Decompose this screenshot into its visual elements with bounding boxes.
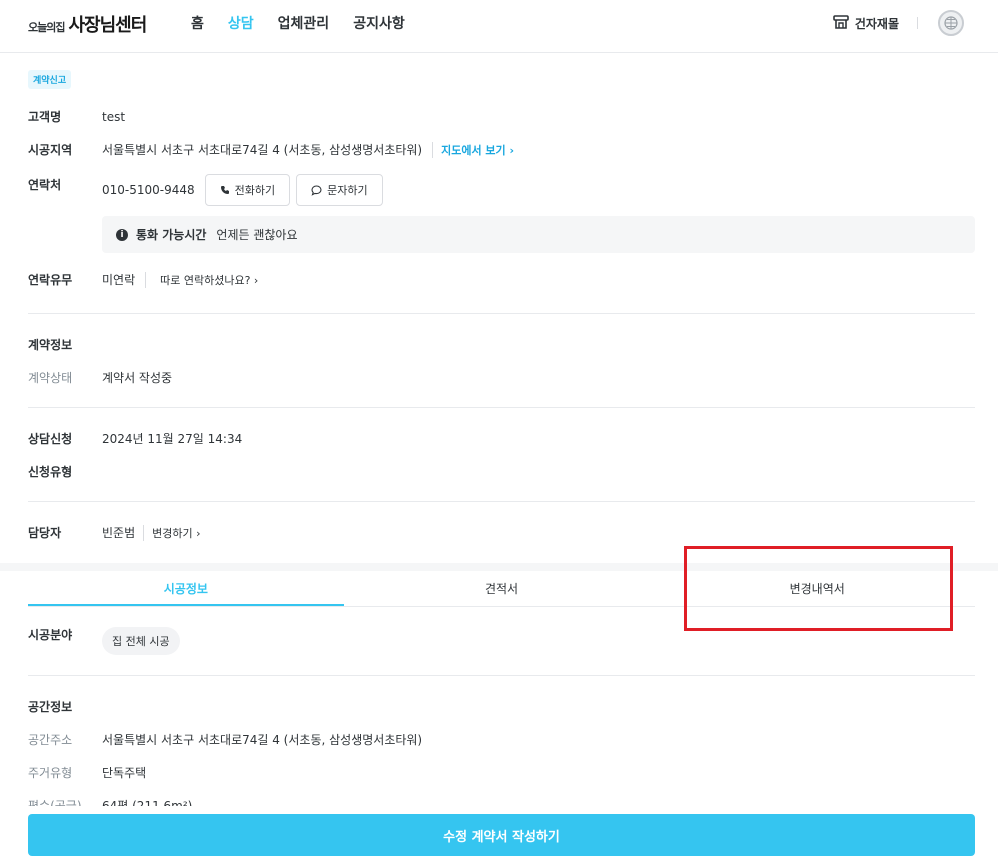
divider xyxy=(28,407,975,408)
material-mall-button[interactable]: 건자재몰 xyxy=(833,14,917,32)
header-divider xyxy=(917,17,918,29)
divider xyxy=(28,675,975,676)
construction-field-chip: 집 전체 시공 xyxy=(102,627,180,655)
nav-home[interactable]: 홈 xyxy=(191,13,204,33)
call-time-notice: i 통화 가능시간 언제든 괜찮아요 xyxy=(102,216,975,253)
avatar[interactable] xyxy=(938,10,964,36)
nav-company[interactable]: 업체관리 xyxy=(278,13,330,33)
housing-type-row: 주거유형 단독주택 xyxy=(28,764,146,781)
logo[interactable]: 오늘의집 사장님센터 xyxy=(28,11,147,37)
phone-icon xyxy=(220,186,229,194)
call-button-label: 전화하기 xyxy=(234,185,276,197)
contract-report-badge: 계약신고 xyxy=(28,70,72,89)
contacted-label: 연락유무 xyxy=(28,273,73,287)
contract-status: 계약서 작성중 xyxy=(102,371,173,385)
sms-button[interactable]: 문자하기 xyxy=(296,174,383,206)
request-type-row: 신청유형 xyxy=(28,463,102,480)
housing-type-label: 주거유형 xyxy=(28,766,73,780)
call-time-value: 언제든 괜찮아요 xyxy=(216,228,298,242)
view-map-link[interactable]: 지도에서 보기 › xyxy=(432,141,514,158)
nav-notice[interactable]: 공지사항 xyxy=(353,13,405,33)
nav-consult[interactable]: 상담 xyxy=(228,13,254,33)
contract-status-label: 계약상태 xyxy=(28,371,73,385)
space-address-label: 공간주소 xyxy=(28,733,73,747)
contacted-status: 미연락 xyxy=(102,273,136,287)
request-type-label: 신청유형 xyxy=(28,465,73,479)
contract-info-title: 계약정보 xyxy=(28,338,73,352)
contract-status-row: 계약상태 계약서 작성중 xyxy=(28,369,172,386)
space-info-title: 공간정보 xyxy=(28,700,73,714)
header-right: 건자재몰 xyxy=(833,10,964,36)
construction-field-label: 시공분야 xyxy=(28,628,73,642)
customer-name-row: 고객명 test xyxy=(28,108,125,125)
manager-name: 빈준범 xyxy=(102,526,136,540)
manager-label: 담당자 xyxy=(28,526,62,540)
area-row: 시공지역 서울특별시 서초구 서초대로74길 4 (서초동, 삼성생명서초타워)… xyxy=(28,141,514,158)
contacted-link[interactable]: 따로 연락하셨나요? › xyxy=(145,271,258,288)
write-revised-contract-button[interactable]: 수정 계약서 작성하기 xyxy=(28,814,975,856)
tab-construction-info[interactable]: 시공정보 xyxy=(28,571,344,606)
change-manager-link[interactable]: 변경하기 › xyxy=(143,524,201,541)
consult-request-row: 상담신청 2024년 11월 27일 14:34 xyxy=(28,430,242,447)
construction-field-row: 시공분야 집 전체 시공 xyxy=(28,627,180,655)
area-label: 시공지역 xyxy=(28,143,73,157)
consult-request-date: 2024년 11월 27일 14:34 xyxy=(102,432,243,446)
divider xyxy=(28,313,975,314)
globe-icon xyxy=(944,16,958,30)
logo-main: 사장님센터 xyxy=(68,15,147,36)
customer-name-label: 고객명 xyxy=(28,110,62,124)
call-time-label: 통화 가능시간 xyxy=(136,228,207,242)
section-gap xyxy=(0,563,998,571)
contact-label: 연락처 xyxy=(28,178,62,192)
material-mall-label: 건자재몰 xyxy=(854,16,899,31)
call-button[interactable]: 전화하기 xyxy=(204,174,291,206)
contacted-row: 연락유무 미연락 따로 연락하셨나요? › xyxy=(28,271,258,288)
space-address-row: 공간주소 서울특별시 서초구 서초대로74길 4 (서초동, 삼성생명서초타워) xyxy=(28,731,422,748)
tab-estimate[interactable]: 견적서 xyxy=(344,571,660,606)
chat-bubble-icon xyxy=(311,184,322,196)
main-nav: 홈 상담 업체관리 공지사항 xyxy=(191,13,405,33)
store-icon xyxy=(833,14,849,32)
phone-number: 010-5100-9448 xyxy=(102,183,195,197)
detail-tabs: 시공정보 견적서 변경내역서 xyxy=(28,571,975,607)
top-header: 오늘의집 사장님센터 홈 상담 업체관리 공지사항 건자재몰 xyxy=(0,0,998,53)
manager-row: 담당자 빈준범 변경하기 › xyxy=(28,524,201,541)
sms-button-label: 문자하기 xyxy=(327,185,368,197)
info-icon: i xyxy=(116,228,128,241)
tab-change-history[interactable]: 변경내역서 xyxy=(659,571,975,606)
housing-type: 단독주택 xyxy=(102,766,147,780)
customer-name: test xyxy=(102,109,126,124)
space-address: 서울특별시 서초구 서초대로74길 4 (서초동, 삼성생명서초타워) xyxy=(102,733,423,747)
contact-row: 연락처 010-5100-9448 전화하기 문자하기 xyxy=(28,174,383,206)
logo-sub: 오늘의집 xyxy=(28,21,65,34)
divider xyxy=(28,501,975,502)
consult-request-label: 상담신청 xyxy=(28,432,73,446)
customer-address: 서울특별시 서초구 서초대로74길 4 (서초동, 삼성생명서초타워) xyxy=(102,143,423,157)
